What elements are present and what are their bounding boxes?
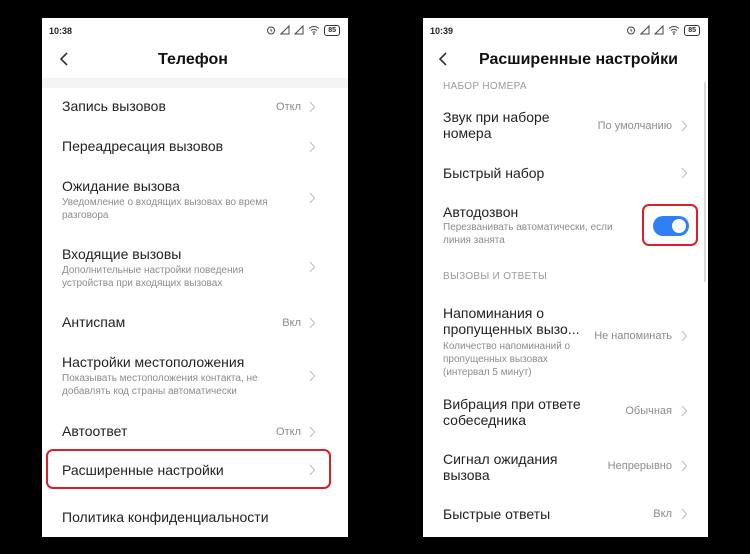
setting-quick-replies[interactable]: Быстрые ответы Вкл (423, 502, 708, 532)
setting-value: По умолчанию (597, 120, 672, 132)
setting-title: Напоминания о пропущенных вызо... (443, 305, 580, 337)
app-header: Расширенные настройки (423, 42, 708, 78)
battery-indicator: 85 (324, 24, 340, 36)
setting-subtitle: Дополнительные настройки поведения устро… (62, 265, 244, 289)
setting-value: Откл (276, 101, 301, 113)
setting-title: Политика конфиденциальности (62, 509, 269, 525)
status-time: 10:39 (430, 26, 454, 36)
battery-indicator: 85 (684, 24, 700, 36)
chevron-right-icon (681, 460, 688, 472)
setting-title: Автодозвон (443, 204, 519, 220)
setting-title: Вибрация при ответе собеседника (443, 396, 581, 428)
highlight-frame (46, 449, 331, 489)
chevron-right-icon (309, 317, 316, 329)
wifi-icon (308, 26, 320, 35)
setting-call-forwarding[interactable]: Переадресация вызовов (42, 130, 348, 160)
chevron-right-icon (681, 405, 688, 417)
status-bar: 10:39 85 (423, 18, 708, 42)
setting-title: Автоответ (62, 423, 128, 439)
status-bar: 10:38 85 (42, 18, 348, 42)
setting-subtitle: Количество напоминаний о пропущенных выз… (443, 341, 571, 378)
chevron-right-icon (681, 120, 688, 132)
setting-title: Антиспам (62, 314, 126, 330)
signal-icon (280, 25, 290, 35)
alarm-icon (267, 26, 276, 35)
setting-title: Переадресация вызовов (62, 138, 224, 154)
setting-value: Откл (276, 426, 301, 438)
highlight-frame (642, 204, 698, 246)
setting-call-waiting-signal[interactable]: Сигнал ожидания вызова Непрерывно (423, 448, 708, 494)
chevron-right-icon (309, 426, 316, 438)
signal-icon (640, 25, 650, 35)
setting-antispam[interactable]: Антиспам Вкл (42, 306, 348, 336)
left-phone-screen: 10:38 85 Телефон Запись вызовов Откл Пер… (42, 18, 348, 537)
setting-auto-answer[interactable]: Автоответ Откл (42, 415, 348, 445)
setting-speed-dial[interactable]: Быстрый набор (423, 158, 708, 188)
setting-title: Быстрый набор (443, 165, 545, 181)
setting-subtitle: Перезванивать автоматически, если линия … (443, 222, 613, 246)
setting-title: Ожидание вызова (62, 178, 180, 194)
header-divider (42, 78, 348, 88)
back-arrow-icon[interactable] (435, 50, 453, 68)
setting-subtitle: Показывать местоположения контакта, не д… (62, 373, 258, 397)
setting-value: Непрерывно (607, 460, 672, 472)
setting-value: Обычная (625, 405, 672, 417)
chevron-right-icon (309, 141, 316, 153)
setting-privacy-policy[interactable]: Политика конфиденциальности (42, 502, 348, 532)
chevron-right-icon (309, 261, 316, 273)
setting-title: Быстрые ответы (443, 506, 551, 522)
setting-missed-call-reminders[interactable]: Напоминания о пропущенных вызо... Количе… (423, 300, 708, 380)
setting-title: Сигнал ожидания вызова (443, 451, 558, 483)
page-title: Расширенные настройки (479, 51, 678, 68)
chevron-right-icon (309, 192, 316, 204)
setting-location[interactable]: Настройки местоположения Показывать мест… (42, 346, 348, 410)
setting-subtitle: Уведомление о входящих вызовах во время … (62, 197, 268, 221)
back-arrow-icon[interactable] (56, 50, 74, 68)
setting-value: Вкл (282, 317, 301, 329)
setting-value: Не напоминать (594, 330, 672, 342)
signal-icon (654, 25, 664, 35)
status-icons: 85 (626, 24, 700, 36)
chevron-right-icon (681, 508, 688, 520)
chevron-right-icon (309, 370, 316, 382)
app-header: Телефон (42, 42, 348, 78)
right-phone-screen: 10:39 85 Расширенные настройки НАБОР НОМ… (423, 18, 708, 537)
signal-icon (294, 25, 304, 35)
chevron-right-icon (309, 101, 316, 113)
setting-answer-vibration[interactable]: Вибрация при ответе собеседника Обычная (423, 392, 708, 438)
chevron-right-icon (681, 330, 688, 342)
alarm-icon (627, 26, 636, 35)
setting-incoming-calls[interactable]: Входящие вызовы Дополнительные настройки… (42, 236, 348, 300)
setting-title: Настройки местоположения (62, 354, 245, 370)
setting-call-recording[interactable]: Запись вызовов Откл (42, 90, 348, 120)
status-time: 10:38 (49, 26, 73, 36)
wifi-icon (668, 26, 680, 35)
setting-value: Вкл (653, 508, 672, 520)
setting-title: Входящие вызовы (62, 246, 182, 262)
setting-title: Запись вызовов (62, 98, 166, 114)
status-icons: 85 (266, 24, 340, 36)
section-calls: ВЫЗОВЫ И ОТВЕТЫ (443, 271, 548, 282)
chevron-right-icon (681, 167, 688, 179)
setting-dial-sound[interactable]: Звук при наборе номера По умолчанию (423, 102, 708, 150)
section-dialing: НАБОР НОМЕРА (443, 81, 527, 92)
page-title: Телефон (158, 51, 228, 68)
setting-title: Звук при наборе номера (443, 109, 550, 141)
setting-call-waiting[interactable]: Ожидание вызова Уведомление о входящих в… (42, 168, 348, 228)
scrollbar[interactable] (704, 82, 706, 282)
